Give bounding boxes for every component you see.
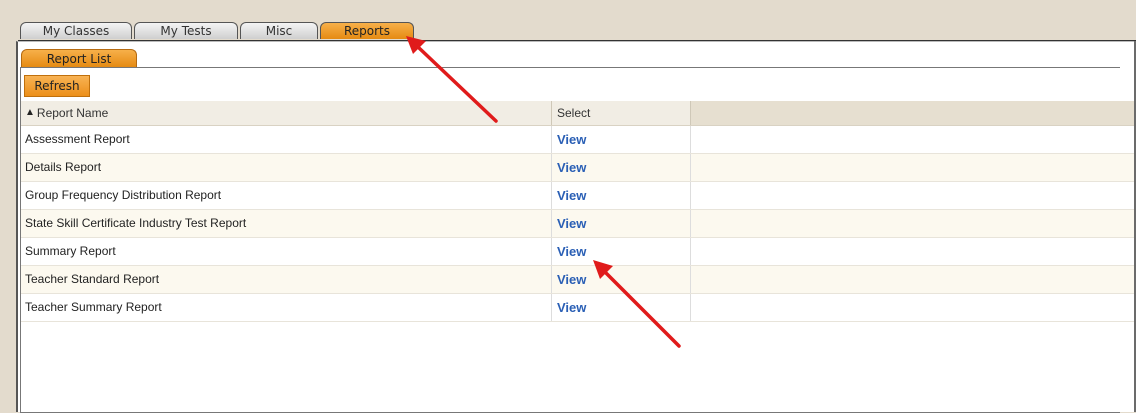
table-row: Assessment Report View [21, 126, 1136, 154]
app-window: My Classes My Tests Misc Reports Report … [0, 0, 1136, 413]
column-header-report-name[interactable]: ▲ Report Name [21, 101, 551, 125]
column-header-select[interactable]: Select [551, 101, 691, 125]
table-row: Summary Report View [21, 238, 1136, 266]
report-name-cell: Details Report [25, 160, 102, 174]
view-link[interactable]: View [557, 188, 586, 203]
report-name-cell: Teacher Summary Report [25, 300, 162, 314]
view-link[interactable]: View [557, 132, 586, 147]
column-header-label: Report Name [36, 106, 109, 120]
tab-my-tests[interactable]: My Tests [134, 22, 238, 39]
view-link[interactable]: View [557, 160, 586, 175]
report-grid: ▲ Report Name Select Assessment Report V… [21, 101, 1136, 322]
table-row: Details Report View [21, 154, 1136, 182]
view-link[interactable]: View [557, 216, 586, 231]
table-row: Teacher Standard Report View [21, 266, 1136, 294]
report-name-cell: Group Frequency Distribution Report [25, 188, 222, 202]
view-link[interactable]: View [557, 244, 586, 259]
tab-reports[interactable]: Reports [320, 22, 414, 39]
table-row: Teacher Summary Report View [21, 294, 1136, 322]
report-name-cell: Assessment Report [25, 132, 130, 146]
refresh-button[interactable]: Refresh [24, 75, 90, 97]
report-name-cell: Teacher Standard Report [25, 272, 160, 286]
view-link[interactable]: View [557, 272, 586, 287]
sort-ascending-icon: ▲ [25, 107, 35, 118]
view-link[interactable]: View [557, 300, 586, 315]
reports-panel: Report List Refresh ▲ Report Name Select… [16, 41, 1136, 413]
tab-report-list[interactable]: Report List [21, 49, 137, 67]
main-tabs: My Classes My Tests Misc Reports [20, 22, 414, 40]
header-filler [691, 101, 1136, 125]
report-name-cell: Summary Report [25, 244, 116, 258]
grid-header: ▲ Report Name Select [21, 101, 1136, 126]
tab-my-classes[interactable]: My Classes [20, 22, 132, 39]
report-list-container: Refresh ▲ Report Name Select Assessment … [20, 67, 1136, 413]
table-row: Group Frequency Distribution Report View [21, 182, 1136, 210]
report-name-cell: State Skill Certificate Industry Test Re… [25, 216, 247, 230]
tab-misc[interactable]: Misc [240, 22, 318, 39]
table-row: State Skill Certificate Industry Test Re… [21, 210, 1136, 238]
